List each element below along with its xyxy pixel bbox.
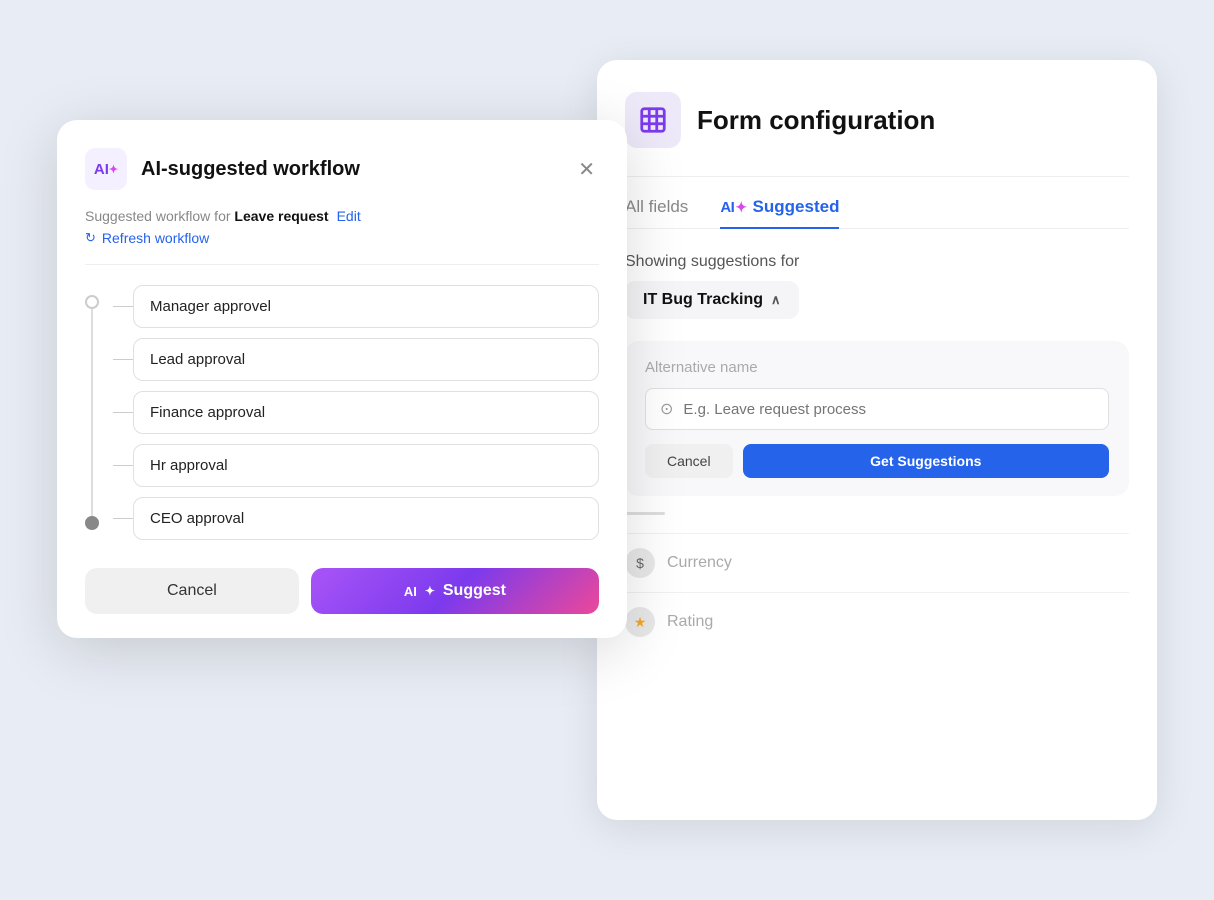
ai-icon-sparkle: ✦ <box>109 163 118 176</box>
step-connector-5 <box>113 518 133 519</box>
ai-icon-text: AI <box>94 161 109 178</box>
suggest-label-text: Suggest <box>443 582 506 600</box>
modal-header: AI✦ AI-suggested workflow ✕ <box>85 148 599 190</box>
workflow-timeline: Manager approvel Lead approval Finance a… <box>85 285 599 540</box>
refresh-icon: ↻ <box>85 230 96 246</box>
modal-subtitle: Suggested workflow for Leave requestEdit <box>85 208 599 224</box>
timeline-dot-bottom <box>85 516 99 530</box>
alt-name-input-row: ⊙ <box>645 388 1109 430</box>
form-config-icon-box <box>625 92 681 148</box>
tab-ai-suggested[interactable]: AI✦ Suggested <box>720 197 839 229</box>
get-suggestions-button[interactable]: Get Suggestions <box>743 444 1109 478</box>
step-item-4: Hr approval <box>113 444 599 487</box>
suggest-sparkle-icon: ✦ <box>425 584 435 598</box>
currency-label: Currency <box>667 554 732 572</box>
action-row: Cancel Get Suggestions <box>645 444 1109 478</box>
step-box-4: Hr approval <box>133 444 599 487</box>
search-icon: ⊙ <box>660 399 673 419</box>
step-item-5: CEO approval <box>113 497 599 540</box>
currency-icon: $ <box>625 548 655 578</box>
form-config-panel: Form configuration All fields AI✦ Sugges… <box>597 60 1157 820</box>
form-config-title: Form configuration <box>697 105 935 136</box>
step-connector-2 <box>113 359 133 360</box>
step-box-2: Lead approval <box>133 338 599 381</box>
refresh-workflow-row[interactable]: ↻ Refresh workflow <box>85 230 599 246</box>
rating-icon: ★ <box>625 607 655 637</box>
step-item-2: Lead approval <box>113 338 599 381</box>
edit-link[interactable]: Edit <box>337 208 361 224</box>
ai-tab-icon: AI✦ <box>720 199 746 216</box>
rating-label: Rating <box>667 613 713 631</box>
field-row-currency: $ Currency <box>625 533 1129 592</box>
modal-suggest-button[interactable]: AI ✦ Suggest <box>311 568 599 614</box>
ai-icon-box: AI✦ <box>85 148 127 190</box>
step-box-3: Finance approval <box>133 391 599 434</box>
refresh-label: Refresh workflow <box>102 230 209 246</box>
step-box-5: CEO approval <box>133 497 599 540</box>
cancel-suggestion-button[interactable]: Cancel <box>645 444 733 478</box>
suggest-ai-label: AI <box>404 584 417 599</box>
tabs-row: All fields AI✦ Suggested <box>625 197 1129 229</box>
timeline-line <box>91 297 93 528</box>
ai-workflow-modal: AI✦ AI-suggested workflow ✕ Suggested wo… <box>57 120 627 638</box>
step-connector-1 <box>113 306 133 307</box>
step-item-3: Finance approval <box>113 391 599 434</box>
form-config-header: Form configuration <box>625 92 1129 148</box>
small-divider <box>625 512 665 515</box>
ai-sparkle-icon: ✦ <box>735 199 746 216</box>
modal-cancel-button[interactable]: Cancel <box>85 568 299 614</box>
form-config-divider <box>625 176 1129 177</box>
field-row-rating: ★ Rating <box>625 592 1129 651</box>
modal-footer: Cancel AI ✦ Suggest <box>85 564 599 614</box>
timeline-dot-top <box>85 295 99 309</box>
alt-name-input[interactable] <box>683 401 1094 418</box>
suggestions-dropdown[interactable]: IT Bug Tracking ∧ <box>625 281 799 319</box>
step-connector-3 <box>113 412 133 413</box>
alt-name-label: Alternative name <box>645 359 1109 376</box>
close-modal-button[interactable]: ✕ <box>574 153 599 186</box>
step-item-1: Manager approvel <box>113 285 599 328</box>
modal-title: AI-suggested workflow <box>141 158 360 181</box>
modal-divider <box>85 264 599 265</box>
step-connector-4 <box>113 465 133 466</box>
suggestion-card: Alternative name ⊙ Cancel Get Suggestion… <box>625 341 1129 496</box>
modal-header-left: AI✦ AI-suggested workflow <box>85 148 360 190</box>
chevron-up-icon: ∧ <box>771 292 781 308</box>
subtitle-item: Leave request <box>234 208 328 224</box>
showing-suggestions-label: Showing suggestions for <box>625 253 1129 271</box>
step-box-1: Manager approvel <box>133 285 599 328</box>
tab-all-fields[interactable]: All fields <box>625 197 688 229</box>
